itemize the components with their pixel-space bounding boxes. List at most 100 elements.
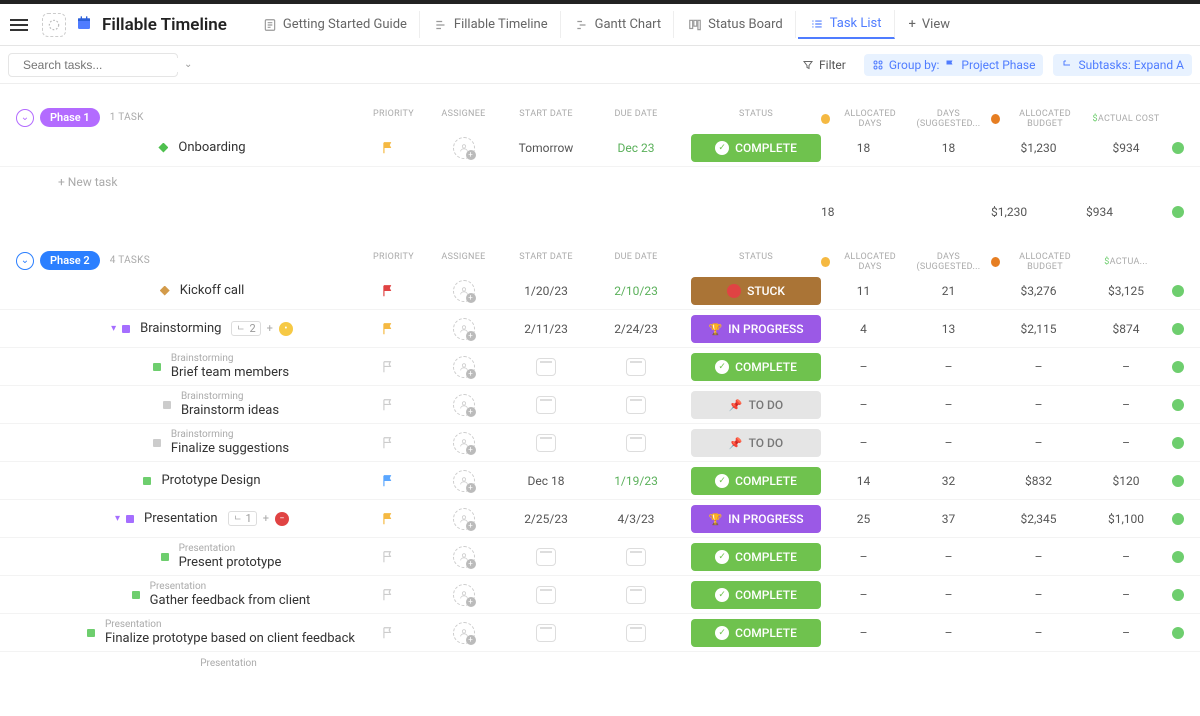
alloc-days[interactable]: – [821, 588, 906, 602]
start-date[interactable]: Tomorrow [519, 141, 574, 155]
status-badge[interactable]: TO DO [691, 391, 821, 419]
sugg-days[interactable]: – [906, 360, 991, 374]
budget[interactable]: $1,230 [991, 141, 1086, 155]
cost[interactable]: $1,100 [1086, 512, 1166, 526]
sugg-days[interactable]: 13 [906, 322, 991, 336]
priority-cell[interactable] [356, 588, 426, 602]
budget[interactable]: – [991, 588, 1086, 602]
due-date[interactable]: 4/3/23 [618, 512, 655, 526]
status-badge[interactable]: ✓COMPLETE [691, 619, 821, 647]
assignee-placeholder[interactable] [453, 546, 475, 568]
task-name[interactable]: Prototype Design [161, 473, 260, 488]
cost[interactable]: $120 [1086, 474, 1166, 488]
sugg-days[interactable]: – [906, 550, 991, 564]
sugg-days[interactable]: 32 [906, 474, 991, 488]
start-date[interactable]: 2/25/23 [524, 512, 568, 526]
tab-task-list[interactable]: Task List [798, 10, 895, 39]
sugg-days[interactable]: – [906, 398, 991, 412]
date-placeholder[interactable] [536, 434, 556, 452]
tab-status-board[interactable]: Status Board [676, 11, 796, 38]
cost[interactable]: – [1086, 626, 1166, 640]
budget[interactable]: – [991, 398, 1086, 412]
sugg-days[interactable]: – [906, 436, 991, 450]
assignee-placeholder[interactable] [453, 584, 475, 606]
date-placeholder[interactable] [536, 358, 556, 376]
task-name[interactable]: Kickoff call [180, 283, 245, 298]
task-name[interactable]: Brief team members [171, 365, 289, 381]
subtask-count[interactable]: 1 [228, 511, 257, 526]
budget[interactable]: – [991, 360, 1086, 374]
priority-cell[interactable] [356, 512, 426, 526]
task-row[interactable]: BrainstormingBrief team members ✓COMPLET… [0, 348, 1200, 386]
status-badge[interactable]: ✓COMPLETE [691, 543, 821, 571]
status-badge[interactable]: STUCK [691, 277, 821, 305]
priority-cell[interactable] [356, 360, 426, 374]
task-row[interactable]: ▾Brainstorming 2 + • 2/11/23 2/24/23 IN … [0, 310, 1200, 348]
task-row[interactable]: PresentationGather feedback from client … [0, 576, 1200, 614]
task-name[interactable]: Finalize suggestions [171, 441, 289, 457]
task-row[interactable]: Prototype Design Dec 18 1/19/23 ✓COMPLET… [0, 462, 1200, 500]
new-task-button[interactable]: + New task [0, 167, 1200, 197]
workspace-icon[interactable] [42, 13, 66, 37]
date-placeholder[interactable] [536, 396, 556, 414]
due-date[interactable]: 2/24/23 [614, 322, 658, 336]
alloc-days[interactable]: 4 [821, 322, 906, 336]
start-date[interactable]: Dec 18 [528, 474, 565, 488]
task-row[interactable]: PresentationPresent prototype ✓COMPLETE … [0, 538, 1200, 576]
budget[interactable]: $2,115 [991, 322, 1086, 336]
assignee-placeholder[interactable] [453, 137, 475, 159]
priority-cell[interactable] [356, 398, 426, 412]
budget[interactable]: $2,345 [991, 512, 1086, 526]
alloc-days[interactable]: 11 [821, 284, 906, 298]
search-input[interactable]: ⌄ [8, 53, 178, 77]
status-badge[interactable]: ✓COMPLETE [691, 467, 821, 495]
alloc-days[interactable]: 25 [821, 512, 906, 526]
alloc-days[interactable]: – [821, 360, 906, 374]
cost[interactable]: – [1086, 550, 1166, 564]
alloc-days[interactable]: – [821, 398, 906, 412]
sugg-days[interactable]: – [906, 626, 991, 640]
expand-caret-icon[interactable]: ▾ [111, 323, 116, 334]
filter-button[interactable]: Filter [794, 54, 854, 76]
status-badge[interactable]: ✓COMPLETE [691, 353, 821, 381]
date-placeholder[interactable] [536, 624, 556, 642]
task-row[interactable]: Onboarding Tomorrow Dec 23 ✓COMPLETE 18 … [0, 129, 1200, 167]
alloc-days[interactable]: – [821, 626, 906, 640]
date-placeholder[interactable] [536, 548, 556, 566]
assignee-placeholder[interactable] [453, 356, 475, 378]
menu-icon[interactable] [8, 14, 30, 36]
priority-cell[interactable] [356, 474, 426, 488]
sugg-days[interactable]: 37 [906, 512, 991, 526]
due-date[interactable]: 1/19/23 [614, 474, 658, 488]
date-placeholder[interactable] [536, 586, 556, 604]
tab-getting-started[interactable]: Getting Started Guide [251, 11, 420, 38]
assignee-placeholder[interactable] [453, 508, 475, 530]
priority-cell[interactable] [356, 436, 426, 450]
expand-caret-icon[interactable]: ▾ [115, 513, 120, 524]
due-date[interactable]: 2/10/23 [614, 284, 658, 298]
assignee-placeholder[interactable] [453, 470, 475, 492]
cost[interactable]: $934 [1086, 141, 1166, 155]
status-badge[interactable]: ✓COMPLETE [691, 134, 821, 162]
task-name[interactable]: Gather feedback from client [150, 593, 311, 609]
date-placeholder[interactable] [626, 624, 646, 642]
start-date[interactable]: 2/11/23 [524, 322, 568, 336]
task-row[interactable]: ▾Presentation 1 + − 2/25/23 4/3/23 IN PR… [0, 500, 1200, 538]
subtasks-button[interactable]: Subtasks: Expand A [1053, 54, 1192, 76]
task-row[interactable]: Presentation [0, 652, 1200, 676]
add-subtask-button[interactable]: + [267, 322, 273, 335]
date-placeholder[interactable] [626, 358, 646, 376]
cost[interactable]: – [1086, 588, 1166, 602]
subtask-count[interactable]: 2 [231, 321, 260, 336]
cost[interactable]: $3,125 [1086, 284, 1166, 298]
status-badge[interactable]: TO DO [691, 429, 821, 457]
groupby-button[interactable]: Group by: Project Phase [864, 54, 1044, 76]
assignee-placeholder[interactable] [453, 280, 475, 302]
cost[interactable]: – [1086, 436, 1166, 450]
budget[interactable]: $832 [991, 474, 1086, 488]
budget[interactable]: $3,276 [991, 284, 1086, 298]
task-row[interactable]: PresentationFinalize prototype based on … [0, 614, 1200, 652]
task-name[interactable]: Presentation [144, 511, 218, 526]
tab-gantt[interactable]: Gantt Chart [563, 11, 675, 38]
alloc-days[interactable]: – [821, 436, 906, 450]
